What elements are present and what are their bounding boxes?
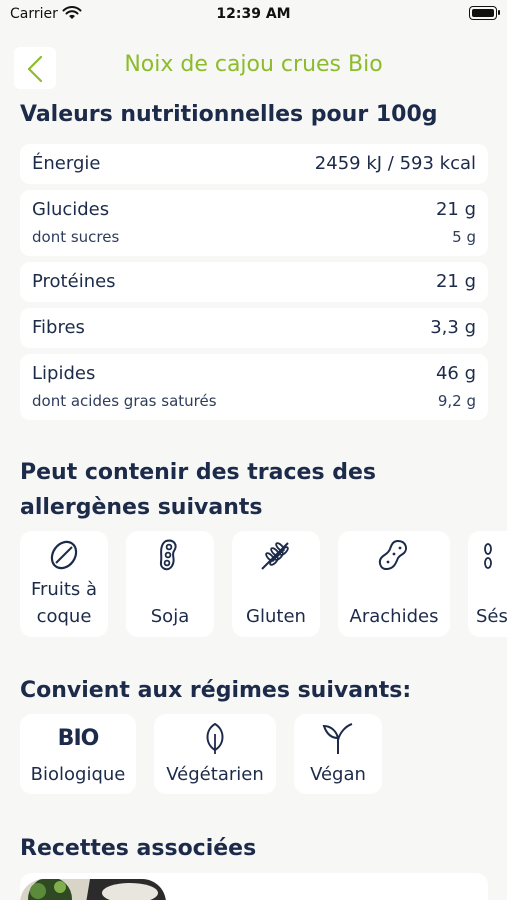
allergen-tile-nuts[interactable]: Fruits à coque <box>20 531 108 637</box>
sesame-icon <box>484 543 492 569</box>
status-bar: Carrier 12:39 AM <box>0 0 507 30</box>
allergen-tile-sesame[interactable]: Sés <box>468 531 507 637</box>
battery-icon <box>469 6 500 20</box>
nutrition-sub-value: 5 g <box>452 228 476 246</box>
diet-label: Végétarien <box>166 764 264 785</box>
chevron-left-icon <box>27 55 43 83</box>
nutrition-label: Fibres <box>32 317 85 338</box>
leaf-icon <box>206 722 224 754</box>
allergen-label: Soja <box>150 606 190 627</box>
nutrition-label: Protéines <box>32 271 116 292</box>
nutrition-label: Énergie <box>32 153 101 174</box>
nutrition-sub-label: dont sucres <box>32 228 120 246</box>
allergens-title-line1: Peut contenir des traces des <box>20 460 376 485</box>
back-button[interactable] <box>14 47 56 89</box>
diet-tile-organic[interactable]: BIO Biologique <box>20 714 136 794</box>
soy-icon <box>159 539 177 571</box>
diets-title: Convient aux régimes suivants: <box>20 678 412 703</box>
header: Noix de cajou crues Bio <box>0 44 507 90</box>
page-title: Noix de cajou crues Bio <box>124 52 383 77</box>
diet-tile-vegan[interactable]: Végan <box>294 714 382 794</box>
nutrition-label: Lipides <box>32 363 96 384</box>
nutrition-value: 3,3 g <box>430 317 476 338</box>
nutrition-label: Glucides <box>32 199 110 220</box>
nutrition-value: 21 g <box>435 199 476 220</box>
allergen-label: Arachides <box>349 606 439 627</box>
allergen-label: Fruits à <box>30 579 98 600</box>
allergen-label: Gluten <box>246 606 306 627</box>
sprout-icon <box>322 723 353 754</box>
allergen-tile-peanut[interactable]: Arachides <box>338 531 450 637</box>
allergens-title-line2: allergènes suivants <box>20 495 263 520</box>
nutrition-row-fiber: Fibres 3,3 g <box>20 308 488 348</box>
nutrition-sub-label: dont acides gras saturés <box>32 392 217 410</box>
peanut-icon <box>378 539 407 571</box>
allergens-title: Peut contenir des traces des allergènes … <box>20 455 376 525</box>
nutrition-sub-value: 9,2 g <box>437 392 476 410</box>
recipes-title: Recettes associées <box>20 836 257 861</box>
nutrition-row-protein: Protéines 21 g <box>20 262 488 302</box>
diet-label: Végan <box>310 764 366 785</box>
nutrition-row-energy: Énergie 2459 kJ / 593 kcal <box>20 144 488 184</box>
nutrition-row-carbs: Glucides 21 g dont sucres 5 g <box>20 190 488 256</box>
nutrition-title: Valeurs nutritionnelles pour 100g <box>20 102 438 127</box>
allergen-tile-soy[interactable]: Soja <box>126 531 214 637</box>
clock: 12:39 AM <box>216 6 291 22</box>
nutrition-value: 2459 kJ / 593 kcal <box>314 153 476 174</box>
allergen-tile-gluten[interactable]: Gluten <box>232 531 320 637</box>
recipe-image <box>20 879 166 900</box>
nutrition-value: 21 g <box>435 271 476 292</box>
allergen-label: coque <box>36 606 92 627</box>
nut-icon <box>50 540 78 570</box>
allergen-label: Sés <box>476 606 507 627</box>
bio-icon: BIO <box>57 726 100 751</box>
recipe-card[interactable] <box>20 873 488 900</box>
nutrition-row-fat: Lipides 46 g dont acides gras saturés 9,… <box>20 354 488 420</box>
wheat-icon <box>261 542 289 570</box>
nutrition-value: 46 g <box>435 363 476 384</box>
diet-tile-vegetarian[interactable]: Végétarien <box>154 714 276 794</box>
allergens-scroller[interactable]: Fruits à coque Soja Gluten Arachides Sés <box>20 531 507 637</box>
diet-label: Biologique <box>30 764 126 785</box>
